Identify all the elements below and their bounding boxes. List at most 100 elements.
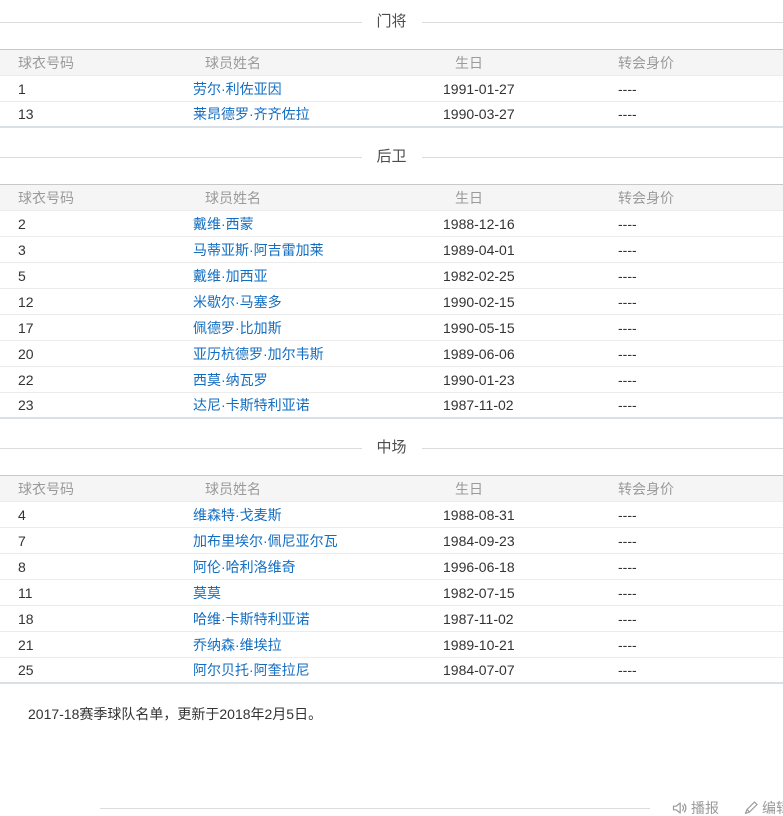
table-row: 17佩德罗·比加斯1990-05-15---- [0, 315, 783, 341]
player-link[interactable]: 加布里埃尔·佩尼亚尔瓦 [193, 533, 338, 549]
divider-line-left [0, 157, 362, 158]
transfer-value-cell: ---- [600, 289, 783, 315]
player-name-cell: 西莫·纳瓦罗 [175, 367, 425, 393]
player-link[interactable]: 亚历杭德罗·加尔韦斯 [193, 346, 324, 362]
player-link[interactable]: 戴维·西蒙 [193, 216, 254, 232]
section-title-row: 中场 [0, 440, 783, 456]
player-name-cell: 加布里埃尔·佩尼亚尔瓦 [175, 528, 425, 554]
player-name-cell: 劳尔·利佐亚因 [175, 76, 425, 102]
player-name-cell: 佩德罗·比加斯 [175, 315, 425, 341]
table-row: 25阿尔贝托·阿奎拉尼1984-07-07---- [0, 658, 783, 684]
player-link[interactable]: 阿伦·哈利洛维奇 [193, 559, 296, 575]
player-name-cell: 米歇尔·马塞多 [175, 289, 425, 315]
transfer-value-cell: ---- [600, 554, 783, 580]
column-header: 转会身价 [600, 476, 783, 502]
birthday-cell: 1982-07-15 [425, 580, 600, 606]
table-row: 11莫莫1982-07-15---- [0, 580, 783, 606]
jersey-number-cell: 20 [0, 341, 175, 367]
column-header: 球员姓名 [175, 185, 425, 211]
player-link[interactable]: 阿尔贝托·阿奎拉尼 [193, 662, 310, 678]
birthday-cell: 1987-11-02 [425, 393, 600, 419]
player-link[interactable]: 戴维·加西亚 [193, 268, 268, 284]
divider-line-left [0, 448, 362, 449]
jersey-number-cell: 8 [0, 554, 175, 580]
table-header-row: 球衣号码球员姓名生日转会身价 [0, 50, 783, 76]
player-name-cell: 阿尔贝托·阿奎拉尼 [175, 658, 425, 684]
table-row: 5戴维·加西亚1982-02-25---- [0, 263, 783, 289]
jersey-number-cell: 4 [0, 502, 175, 528]
birthday-cell: 1996-06-18 [425, 554, 600, 580]
player-link[interactable]: 劳尔·利佐亚因 [193, 81, 282, 97]
table-row: 20 亚历杭德罗·加尔韦斯 1989-06-06---- [0, 341, 783, 367]
birthday-cell: 1990-05-15 [425, 315, 600, 341]
transfer-value-cell: ---- [600, 341, 783, 367]
column-header: 转会身价 [600, 185, 783, 211]
jersey-number-cell: 7 [0, 528, 175, 554]
table-row: 18哈维·卡斯特利亚诺1987-11-02---- [0, 606, 783, 632]
pencil-icon [744, 801, 758, 815]
jersey-number-cell: 5 [0, 263, 175, 289]
birthday-cell: 1988-08-31 [425, 502, 600, 528]
table-row: 4维森特·戈麦斯1988-08-31---- [0, 502, 783, 528]
transfer-value-cell: ---- [600, 237, 783, 263]
birthday-cell: 1989-04-01 [425, 237, 600, 263]
broadcast-button[interactable]: 播报 [672, 800, 719, 816]
column-header: 球衣号码 [0, 50, 175, 76]
player-link[interactable]: 哈维·卡斯特利亚诺 [193, 611, 310, 627]
player-name-cell: 戴维·西蒙 [175, 211, 425, 237]
transfer-value-cell: ---- [600, 76, 783, 102]
column-header: 生日 [425, 50, 600, 76]
section-title: 门将 [377, 14, 407, 30]
section-title: 后卫 [377, 149, 407, 165]
table-row: 2戴维·西蒙1988-12-16---- [0, 211, 783, 237]
transfer-value-cell: ---- [600, 580, 783, 606]
player-link[interactable]: 米歇尔·马塞多 [193, 294, 282, 310]
divider-line-right [422, 448, 783, 449]
table-row: 3马蒂亚斯·阿吉雷加莱1989-04-01---- [0, 237, 783, 263]
column-header: 生日 [425, 476, 600, 502]
broadcast-label: 播报 [691, 800, 719, 816]
edit-button[interactable]: 编辑 [744, 800, 783, 816]
birthday-cell: 1989-06-06 [425, 341, 600, 367]
player-link[interactable]: 莱昂德罗·齐齐佐拉 [193, 106, 310, 122]
player-name-cell: 达尼·卡斯特利亚诺 [175, 393, 425, 419]
speaker-icon [672, 801, 687, 815]
player-name-cell: 马蒂亚斯·阿吉雷加莱 [175, 237, 425, 263]
player-link[interactable]: 达尼·卡斯特利亚诺 [193, 397, 310, 413]
roster-section: 中场 球衣号码球员姓名生日转会身价 4维森特·戈麦斯1988-08-31----… [0, 440, 783, 684]
player-name-cell: 莫莫 [175, 580, 425, 606]
player-name-cell: 哈维·卡斯特利亚诺 [175, 606, 425, 632]
next-section-header-row: 播报 编辑 [0, 800, 783, 816]
table-header-row: 球衣号码球员姓名生日转会身价 [0, 476, 783, 502]
player-link[interactable]: 马蒂亚斯·阿吉雷加莱 [193, 242, 324, 258]
player-link[interactable]: 佩德罗·比加斯 [193, 320, 282, 336]
player-link[interactable]: 乔纳森·维埃拉 [193, 637, 282, 653]
transfer-value-cell: ---- [600, 528, 783, 554]
transfer-value-cell: ---- [600, 315, 783, 341]
table-row: 13莱昂德罗·齐齐佐拉1990-03-27---- [0, 102, 783, 128]
birthday-cell: 1984-07-07 [425, 658, 600, 684]
column-header: 转会身价 [600, 50, 783, 76]
birthday-cell: 1991-01-27 [425, 76, 600, 102]
player-name-cell: 戴维·加西亚 [175, 263, 425, 289]
birthday-cell: 1984-09-23 [425, 528, 600, 554]
birthday-cell: 1990-01-23 [425, 367, 600, 393]
transfer-value-cell: ---- [600, 102, 783, 128]
player-link[interactable]: 莫莫 [193, 585, 221, 601]
jersey-number-cell: 12 [0, 289, 175, 315]
table-row: 21乔纳森·维埃拉1989-10-21---- [0, 632, 783, 658]
jersey-number-cell: 2 [0, 211, 175, 237]
table-row: 12米歇尔·马塞多1990-02-15---- [0, 289, 783, 315]
column-header: 球衣号码 [0, 185, 175, 211]
player-link[interactable]: 西莫·纳瓦罗 [193, 372, 268, 388]
divider-line-left [0, 22, 362, 23]
birthday-cell: 1987-11-02 [425, 606, 600, 632]
player-link[interactable]: 维森特·戈麦斯 [193, 507, 282, 523]
birthday-cell: 1989-10-21 [425, 632, 600, 658]
column-header: 球衣号码 [0, 476, 175, 502]
spacer [0, 808, 100, 809]
transfer-value-cell: ---- [600, 211, 783, 237]
column-header: 球员姓名 [175, 476, 425, 502]
birthday-cell: 1982-02-25 [425, 263, 600, 289]
player-name-cell: 维森特·戈麦斯 [175, 502, 425, 528]
